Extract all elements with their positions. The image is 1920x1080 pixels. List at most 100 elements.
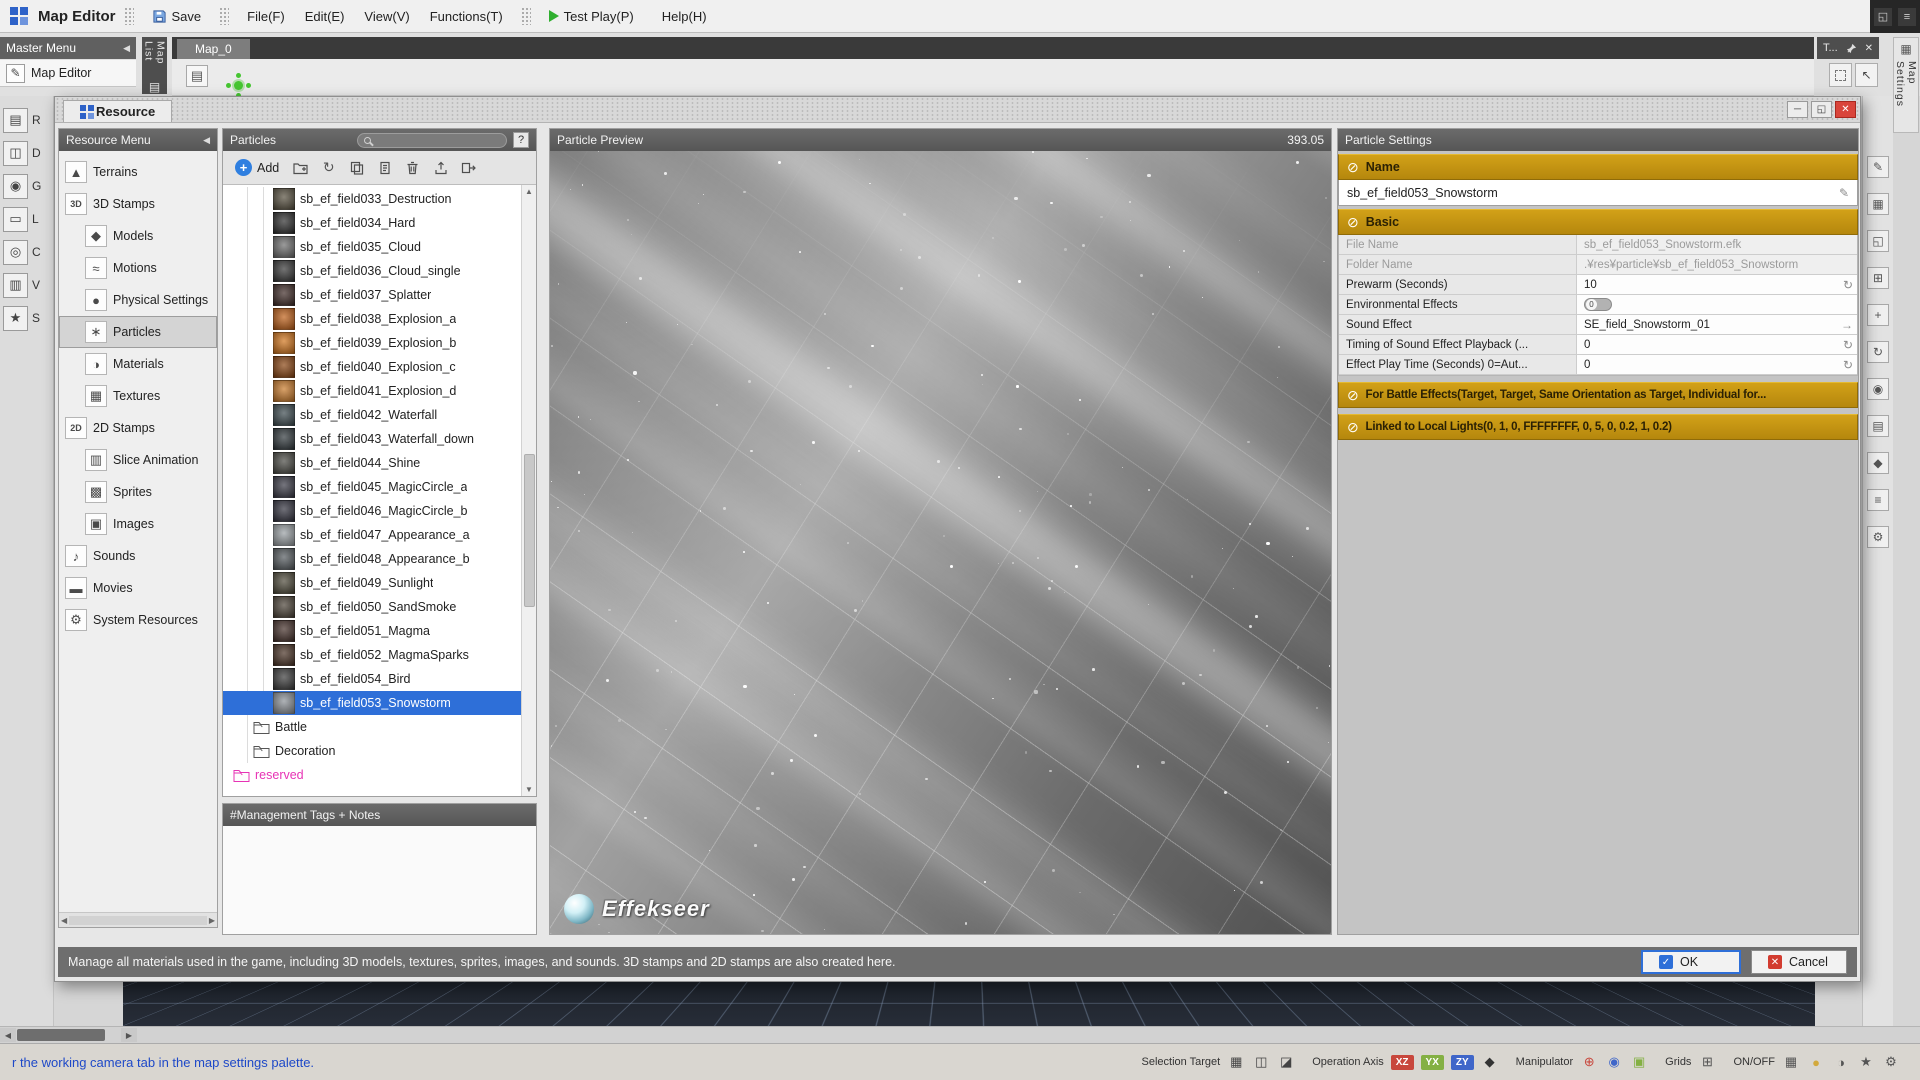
axis-badge-zy[interactable]: ZY xyxy=(1451,1055,1474,1070)
grid-visibility-icon[interactable]: ▦ xyxy=(1782,1053,1800,1071)
master-strip-layout[interactable]: ▭L xyxy=(3,206,50,232)
reset-spinner-icon[interactable]: ↻ xyxy=(1843,338,1853,352)
resource-menu-item-movies[interactable]: ▬Movies xyxy=(59,572,217,604)
resource-menu-item-models[interactable]: ◆Models xyxy=(59,220,217,252)
new-folder-button[interactable] xyxy=(288,156,313,179)
particle-item[interactable]: sb_ef_field050_SandSmoke xyxy=(223,595,521,619)
particle-item[interactable]: sb_ef_field038_Explosion_a xyxy=(223,307,521,331)
close-panel-icon[interactable]: ✕ xyxy=(1865,43,1873,54)
move-tool-icon[interactable]: ⊕ xyxy=(1580,1053,1598,1071)
setting-value[interactable]: 0 xyxy=(1584,339,1590,351)
section-basic[interactable]: ⊘ Basic xyxy=(1338,209,1858,235)
maximize-icon[interactable]: ◱ xyxy=(1811,101,1832,118)
save-button[interactable]: Save xyxy=(142,5,212,28)
master-strip-variables[interactable]: ▥V xyxy=(3,272,50,298)
cursor-select-button[interactable]: ↖ xyxy=(1855,63,1878,87)
particle-item[interactable]: sb_ef_field046_MagicCircle_b xyxy=(223,499,521,523)
resource-window-titlebar[interactable]: Resource ─ ◱ ✕ xyxy=(55,97,1860,123)
resource-menu-item-terrains[interactable]: ▲Terrains xyxy=(59,156,217,188)
particle-item[interactable]: sb_ef_field052_MagmaSparks xyxy=(223,643,521,667)
delete-button[interactable] xyxy=(400,156,425,179)
scroll-thumb[interactable] xyxy=(524,454,535,607)
scroll-down-icon[interactable]: ▼ xyxy=(525,785,533,794)
edit-name-icon[interactable]: ✎ xyxy=(1839,186,1849,200)
master-strip-sound[interactable]: ★S xyxy=(3,305,50,331)
resource-menu-item-particles[interactable]: ∗Particles xyxy=(59,316,217,348)
move-button[interactable] xyxy=(456,156,481,179)
collapse-master-menu-button[interactable]: ◀ xyxy=(123,43,130,54)
section-name[interactable]: ⊘ Name xyxy=(1338,154,1858,180)
particle-item[interactable]: sb_ef_field044_Shine xyxy=(223,451,521,475)
preview-viewport[interactable]: Effekseer xyxy=(550,151,1331,934)
map-viewport[interactable] xyxy=(123,982,1815,1026)
gizmo-icon[interactable]: ◆ xyxy=(1867,452,1889,474)
toggle-switch[interactable]: 0 xyxy=(1584,298,1612,311)
reset-spinner-icon[interactable]: ↻ xyxy=(1843,358,1853,372)
scroll-thumb[interactable] xyxy=(17,1029,105,1041)
focus-icon[interactable]: ◉ xyxy=(1867,378,1889,400)
tags-body[interactable] xyxy=(223,826,536,934)
reset-spinner-icon[interactable]: ↻ xyxy=(1843,278,1853,292)
select-area-icon[interactable]: ◱ xyxy=(1867,230,1889,252)
menu-view[interactable]: View(V) xyxy=(354,5,419,28)
scroll-left-icon[interactable]: ◀ xyxy=(61,916,67,925)
axis-free-icon[interactable]: ◆ xyxy=(1481,1053,1499,1071)
particle-item[interactable]: sb_ef_field047_Appearance_a xyxy=(223,523,521,547)
master-menu-item-map-editor[interactable]: ✎ Map Editor xyxy=(0,60,136,87)
particle-item[interactable]: sb_ef_field040_Explosion_c xyxy=(223,355,521,379)
master-strip-camera[interactable]: ◎C xyxy=(3,239,50,265)
minimize-icon[interactable]: ─ xyxy=(1787,101,1808,118)
setting-value[interactable]: 0 xyxy=(1584,359,1590,371)
add-button[interactable]: + Add xyxy=(229,157,285,178)
horizontal-scrollbar[interactable]: ◀ ▶ xyxy=(0,1026,1920,1043)
resource-menu-item-slice-animation[interactable]: ▥Slice Animation xyxy=(59,444,217,476)
menu-functions[interactable]: Functions(T) xyxy=(420,5,513,28)
section-local-lights[interactable]: ⊘ Linked to Local Lights(0, 1, 0, FFFFFF… xyxy=(1338,414,1858,440)
scroll-right-icon[interactable]: ▶ xyxy=(121,1028,137,1042)
particle-item[interactable]: sb_ef_field049_Sunlight xyxy=(223,571,521,595)
particle-item[interactable]: sb_ef_field036_Cloud_single xyxy=(223,259,521,283)
menu-edit[interactable]: Edit(E) xyxy=(295,5,355,28)
section-battle-effects[interactable]: ⊘ For Battle Effects(Target, Target, Sam… xyxy=(1338,382,1858,408)
add-icon[interactable]: + xyxy=(1867,304,1889,326)
resource-menu-item-images[interactable]: ▣Images xyxy=(59,508,217,540)
collapse-resource-menu-button[interactable]: ◀ xyxy=(203,135,210,146)
gear-icon[interactable]: ⚙ xyxy=(1882,1053,1900,1071)
name-value-row[interactable]: sb_ef_field053_Snowstorm ✎ xyxy=(1338,180,1858,206)
add-object-icon[interactable]: ⊞ xyxy=(1867,267,1889,289)
particle-folder-decoration[interactable]: Decoration xyxy=(223,739,521,763)
particle-item[interactable]: sb_ef_field033_Destruction xyxy=(223,187,521,211)
resource-menu-item-materials[interactable]: ◑Materials xyxy=(59,348,217,380)
particle-item[interactable]: sb_ef_field051_Magma xyxy=(223,619,521,643)
tile-grid-icon[interactable]: ▦ xyxy=(1867,193,1889,215)
rotate-tool-icon[interactable]: ◉ xyxy=(1605,1053,1623,1071)
menu-help[interactable]: Help(H) xyxy=(652,5,717,28)
master-strip-resource[interactable]: ▤R xyxy=(3,107,50,133)
unlink-target-icon[interactable]: ◪ xyxy=(1277,1053,1295,1071)
shading-icon[interactable]: ◑ xyxy=(1832,1053,1850,1071)
rotate-icon[interactable]: ↻ xyxy=(1867,341,1889,363)
axis-badge-xz[interactable]: XZ xyxy=(1391,1055,1414,1070)
setting-value[interactable]: 10 xyxy=(1584,279,1597,291)
particle-item[interactable]: sb_ef_field041_Explosion_d xyxy=(223,379,521,403)
grid-snap-icon[interactable]: ⊞ xyxy=(1698,1053,1716,1071)
particle-item[interactable]: sb_ef_field034_Hard xyxy=(223,211,521,235)
particle-item[interactable]: sb_ef_field043_Waterfall_down xyxy=(223,427,521,451)
scroll-track[interactable] xyxy=(69,916,207,925)
edit-tool-icon[interactable]: ✎ xyxy=(1867,156,1889,178)
search-input[interactable] xyxy=(357,133,507,148)
paste-button[interactable] xyxy=(372,156,397,179)
scroll-up-icon[interactable]: ▲ xyxy=(525,187,533,196)
particle-item[interactable]: sb_ef_field035_Cloud xyxy=(223,235,521,259)
resource-menu-item-3d-stamps[interactable]: 3D3D Stamps xyxy=(59,188,217,220)
test-play-button[interactable]: Test Play(P) xyxy=(539,5,644,28)
link-target-icon[interactable]: ◫ xyxy=(1252,1053,1270,1071)
map-settings-tab[interactable]: ▦ Map Settings xyxy=(1893,37,1919,133)
list-icon[interactable]: ≡ xyxy=(1867,489,1889,511)
particle-item[interactable]: sb_ef_field037_Splatter xyxy=(223,283,521,307)
particle-list-scrollbar[interactable]: ▲ ▼ xyxy=(521,185,536,796)
ok-button[interactable]: ✓ OK xyxy=(1641,950,1741,974)
menu-file[interactable]: File(F) xyxy=(237,5,295,28)
resource-menu-hscrollbar[interactable]: ◀ ▶ xyxy=(59,912,217,927)
layers-icon[interactable]: ▤ xyxy=(1867,415,1889,437)
